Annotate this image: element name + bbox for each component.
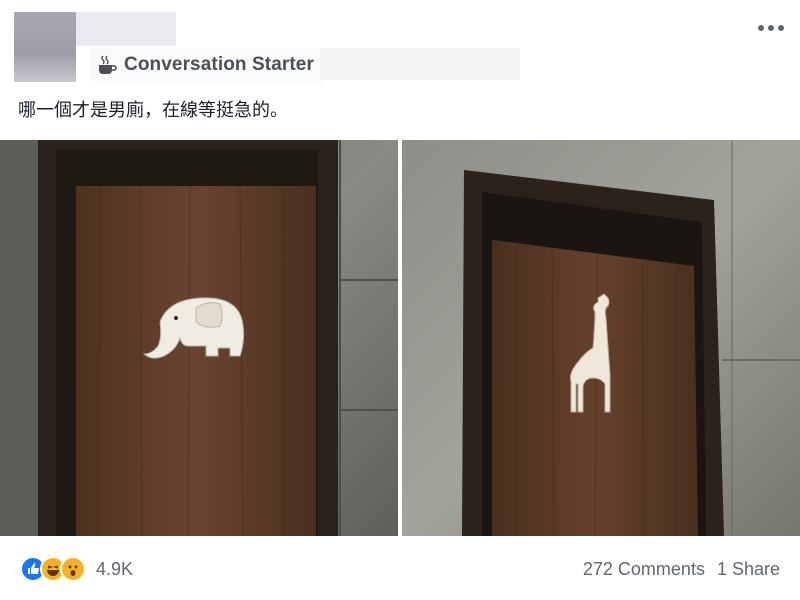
post-author-row: Conversation Starter · — [90, 48, 325, 82]
blurred-region — [76, 12, 176, 46]
post-footer: 4.9K 272 Comments 1 Share — [0, 548, 800, 588]
comments-count-link[interactable]: 272 Comments — [583, 559, 705, 580]
wow-icon — [60, 556, 86, 582]
engagement-stats: 272 Comments 1 Share — [583, 559, 780, 580]
blurred-timestamp — [320, 48, 520, 80]
elephant-door-image — [0, 140, 398, 536]
coffee-cup-icon — [99, 55, 117, 74]
giraffe-door-image — [402, 140, 800, 536]
photo-elephant-door[interactable] — [0, 140, 398, 536]
reactions-summary[interactable]: 4.9K — [20, 556, 133, 582]
page-avatar[interactable] — [14, 12, 76, 82]
post-caption: 哪一個才是男廁，在線等挺急的。 — [18, 100, 288, 121]
more-options-icon[interactable] — [758, 20, 786, 36]
facebook-post: Conversation Starter · 哪一個才是男廁，在線等挺急的。 — [0, 0, 800, 600]
photo-giraffe-door[interactable] — [402, 140, 800, 536]
reaction-count[interactable]: 4.9K — [96, 559, 133, 580]
page-name-link[interactable]: Conversation Starter — [124, 54, 314, 76]
shares-count-link[interactable]: 1 Share — [717, 559, 780, 580]
